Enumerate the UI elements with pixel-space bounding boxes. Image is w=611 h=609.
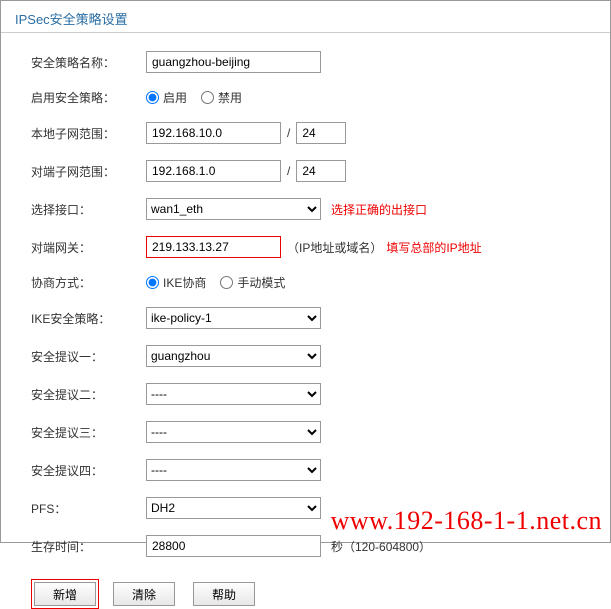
gateway-red-note: 填写总部的IP地址 xyxy=(386,239,481,256)
label-proposal4: 安全提议四： xyxy=(31,462,146,479)
label-policy-name: 安全策略名称： xyxy=(31,54,146,71)
label-proposal1: 安全提议一： xyxy=(31,348,146,365)
enable-radio-label: 启用 xyxy=(163,89,187,106)
proposal3-select[interactable]: ---- xyxy=(146,421,321,443)
slash: / xyxy=(287,126,290,140)
proposal4-select[interactable]: ---- xyxy=(146,459,321,481)
ike-radio-label: IKE协商 xyxy=(163,274,206,291)
lifetime-input[interactable] xyxy=(146,535,321,557)
label-local-subnet: 本地子网范围： xyxy=(31,125,146,142)
label-proposal3: 安全提议三： xyxy=(31,424,146,441)
slash: / xyxy=(287,164,290,178)
gateway-hint: （IP地址或域名） xyxy=(287,239,382,256)
ike-policy-select[interactable]: ike-policy-1 xyxy=(146,307,321,329)
label-enable-policy: 启用安全策略： xyxy=(31,89,146,106)
label-lifetime: 生存时间： xyxy=(31,538,146,555)
disable-radio[interactable] xyxy=(201,91,214,104)
interface-select[interactable]: wan1_eth xyxy=(146,198,321,220)
add-button[interactable]: 新增 xyxy=(34,582,96,606)
local-subnet-mask-input[interactable] xyxy=(296,122,346,144)
interface-note: 选择正确的出接口 xyxy=(331,201,427,218)
peer-gateway-input[interactable] xyxy=(146,236,281,258)
help-button[interactable]: 帮助 xyxy=(193,582,255,606)
peer-subnet-ip-input[interactable] xyxy=(146,160,281,182)
label-peer-subnet: 对端子网范围： xyxy=(31,163,146,180)
label-ike-policy: IKE安全策略： xyxy=(31,310,146,327)
label-proposal2: 安全提议二： xyxy=(31,386,146,403)
policy-name-input[interactable] xyxy=(146,51,321,73)
add-button-highlight: 新增 xyxy=(31,579,99,609)
proposal2-select[interactable]: ---- xyxy=(146,383,321,405)
clear-button[interactable]: 清除 xyxy=(113,582,175,606)
label-interface: 选择接口： xyxy=(31,201,146,218)
pfs-select[interactable]: DH2 xyxy=(146,497,321,519)
proposal1-select[interactable]: guangzhou xyxy=(146,345,321,367)
local-subnet-ip-input[interactable] xyxy=(146,122,281,144)
lifetime-unit: 秒（120-604800） xyxy=(331,538,431,555)
label-pfs: PFS： xyxy=(31,500,146,517)
manual-radio-label: 手动模式 xyxy=(237,274,285,291)
disable-radio-label: 禁用 xyxy=(218,89,242,106)
watermark: www.192-168-1-1.net.cn xyxy=(331,506,602,536)
label-negotiation: 协商方式： xyxy=(31,274,146,291)
manual-radio[interactable] xyxy=(220,276,233,289)
enable-radio[interactable] xyxy=(146,91,159,104)
label-peer-gateway: 对端网关： xyxy=(31,239,146,256)
ike-radio[interactable] xyxy=(146,276,159,289)
panel-title: IPSec安全策略设置 xyxy=(1,1,610,33)
peer-subnet-mask-input[interactable] xyxy=(296,160,346,182)
